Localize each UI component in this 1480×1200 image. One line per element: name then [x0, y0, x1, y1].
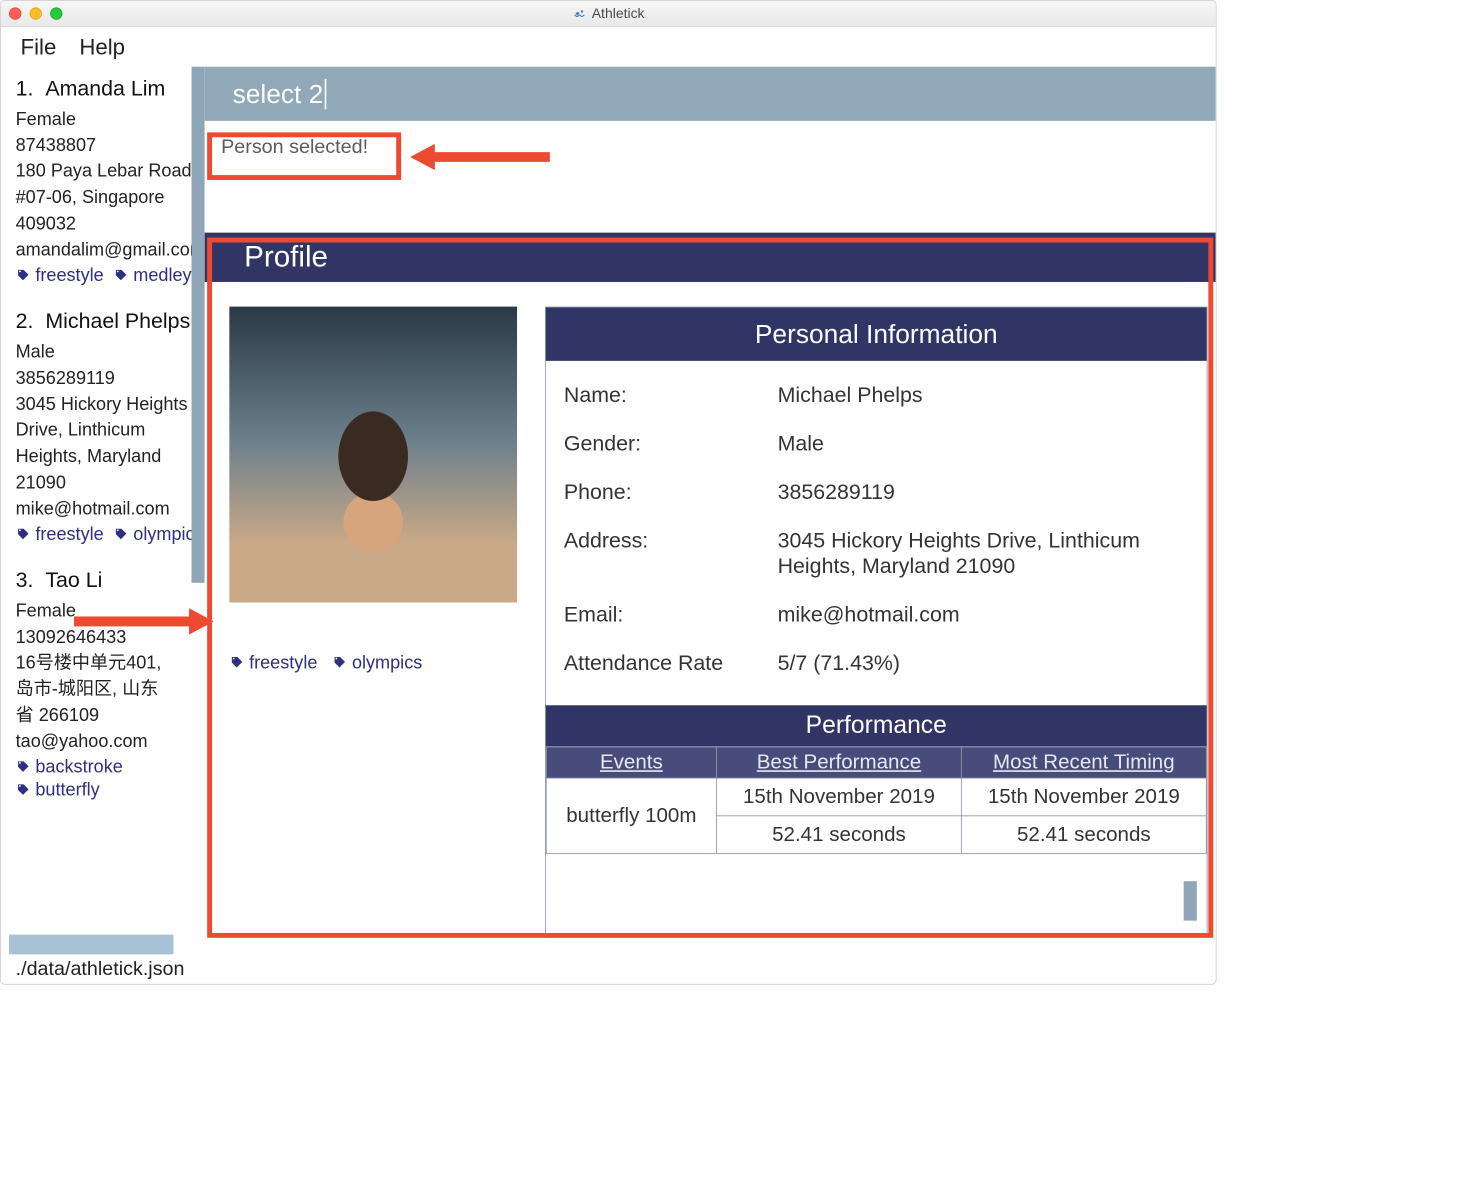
cell-event: butterfly 100m — [546, 778, 716, 854]
profile-photo — [229, 307, 517, 603]
tag-icon — [16, 760, 31, 775]
tag-icon — [114, 527, 129, 542]
person-addr: 省 266109 — [16, 702, 205, 728]
person-phone: 87438807 — [16, 132, 205, 158]
tag: butterfly — [16, 779, 100, 800]
person-name: Michael Phelps — [45, 308, 190, 333]
scrollbar[interactable] — [192, 67, 205, 583]
command-text: select 2 — [233, 79, 327, 109]
close-icon[interactable] — [9, 7, 21, 19]
window-title: Athletick — [1, 5, 1216, 21]
person-addr: Heights, Maryland — [16, 443, 205, 469]
list-item[interactable]: 2. Michael Phelps Male 3856289119 3045 H… — [16, 306, 205, 545]
progress-bar — [9, 935, 173, 955]
profile-title: Profile — [205, 233, 1216, 282]
label-name: Name: — [564, 382, 761, 407]
people-list: 1. Amanda Lim Female 87438807 180 Paya L… — [1, 67, 205, 801]
menu-help[interactable]: Help — [79, 34, 125, 59]
value-name: Michael Phelps — [778, 382, 1189, 407]
list-item[interactable]: 1. Amanda Lim Female 87438807 180 Paya L… — [16, 73, 205, 286]
scrollbar[interactable] — [1184, 881, 1197, 920]
person-name: Amanda Lim — [45, 76, 165, 101]
value-attendance: 5/7 (71.43%) — [778, 650, 1189, 675]
status-path: ./data/athletick.json — [16, 958, 185, 981]
zoom-icon[interactable] — [50, 7, 62, 19]
col-recent: Most Recent Timing — [961, 747, 1206, 778]
menu-file[interactable]: File — [21, 34, 57, 59]
person-index: 2. — [16, 308, 34, 333]
window-title-text: Athletick — [592, 5, 645, 21]
person-name: Tao Li — [45, 567, 102, 592]
performance-title: Performance — [546, 705, 1207, 746]
person-email: tao@yahoo.com — [16, 728, 205, 754]
col-best: Best Performance — [717, 747, 962, 778]
minimize-icon[interactable] — [30, 7, 42, 19]
tag-icon — [16, 268, 31, 283]
value-email: mike@hotmail.com — [778, 602, 1189, 627]
performance-table: Events Best Performance Most Recent Timi… — [546, 746, 1207, 854]
value-phone: 3856289119 — [778, 479, 1189, 504]
main: select 2 Person selected! Profile freest… — [205, 67, 1216, 938]
tag-icon — [229, 655, 244, 670]
label-attendance: Attendance Rate — [564, 650, 761, 675]
person-email: amandalim@gmail.com — [16, 237, 205, 263]
tag: freestyle — [229, 652, 317, 673]
table-row: butterfly 100m 15th November 2019 15th N… — [546, 778, 1206, 816]
person-addr: #07-06, Singapore — [16, 184, 205, 210]
tag: olympics — [332, 652, 422, 673]
tag-icon — [114, 268, 129, 283]
person-phone: 3856289119 — [16, 365, 205, 391]
sidebar: 1. Amanda Lim Female 87438807 180 Paya L… — [1, 67, 205, 938]
statusbar: ./data/athletick.json — [1, 938, 1216, 984]
person-phone: 13092646433 — [16, 624, 205, 650]
person-gender: Female — [16, 106, 205, 132]
label-email: Email: — [564, 602, 761, 627]
menubar: File Help — [1, 27, 1216, 66]
tag-icon — [332, 655, 347, 670]
person-gender: Female — [16, 597, 205, 623]
person-addr: 岛市-城阳区, 山东 — [16, 676, 205, 702]
label-gender: Gender: — [564, 431, 761, 456]
app-window: Athletick File Help 1. Amanda Lim Female… — [0, 0, 1217, 985]
person-email: mike@hotmail.com — [16, 496, 205, 522]
person-addr: 21090 — [16, 470, 205, 496]
person-addr: 3045 Hickory Heights — [16, 391, 205, 417]
person-addr: 180 Paya Lebar Road — [16, 158, 205, 184]
cell-best-date: 15th November 2019 — [717, 778, 962, 816]
person-index: 1. — [16, 76, 34, 101]
person-index: 3. — [16, 567, 34, 592]
swim-icon — [572, 8, 587, 20]
value-gender: Male — [778, 431, 1189, 456]
person-addr: Drive, Linthicum — [16, 417, 205, 443]
tag: medley — [114, 265, 192, 286]
value-address: 3045 Hickory Heights Drive, Linthicum He… — [778, 528, 1189, 579]
personal-info-table: Name: Michael Phelps Gender: Male Phone: 38… — [546, 361, 1207, 705]
window-controls — [9, 7, 62, 19]
col-events: Events — [546, 747, 716, 778]
body: 1. Amanda Lim Female 87438807 180 Paya L… — [1, 67, 1216, 938]
person-addr: 16号楼中单元401, — [16, 650, 205, 676]
cell-recent-date: 15th November 2019 — [961, 778, 1206, 816]
personal-info-title: Personal Information — [546, 307, 1207, 360]
cell-best-time: 52.41 seconds — [717, 816, 962, 854]
tag-icon — [16, 527, 31, 542]
tag: freestyle — [16, 524, 104, 545]
tag: freestyle — [16, 265, 104, 286]
tag: backstroke — [16, 756, 123, 777]
tag: olympics — [114, 524, 204, 545]
profile-panel: Profile freestyle olympics Personal Info… — [205, 233, 1216, 938]
cell-recent-time: 52.41 seconds — [961, 816, 1206, 854]
list-item[interactable]: 3. Tao Li Female 13092646433 16号楼中单元401,… — [16, 565, 205, 801]
tag-icon — [16, 783, 31, 798]
person-gender: Male — [16, 338, 205, 364]
result-message: Person selected! — [205, 121, 1216, 174]
command-input[interactable]: select 2 — [205, 67, 1216, 121]
label-address: Address: — [564, 528, 761, 579]
person-addr: 409032 — [16, 211, 205, 237]
titlebar: Athletick — [1, 1, 1216, 27]
label-phone: Phone: — [564, 479, 761, 504]
